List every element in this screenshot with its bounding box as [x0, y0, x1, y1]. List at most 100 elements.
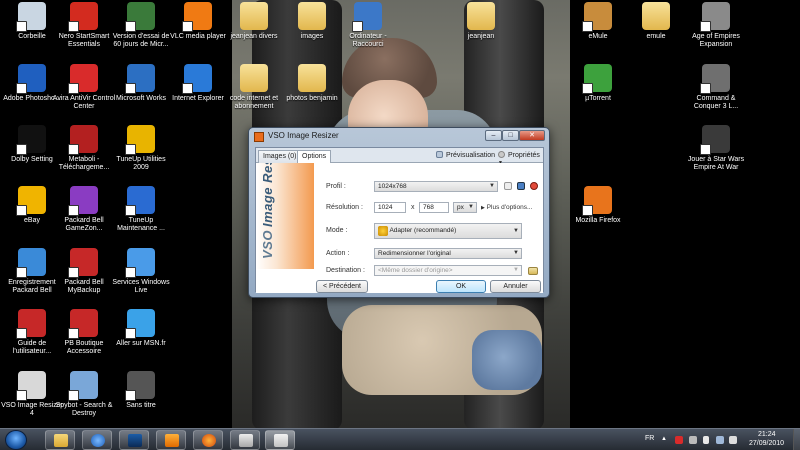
network-icon[interactable]	[716, 436, 724, 444]
desktop-icon-spybot[interactable]: Spybot - Search & Destroy	[52, 371, 116, 418]
maximize-button[interactable]: □	[502, 130, 519, 141]
desktop-icon-pb-boutique[interactable]: PB Boutique Accessoire	[52, 309, 116, 356]
banner-title: VSO Image Resizer	[260, 163, 275, 259]
mode-select[interactable]: Adapter (recommandé) ▼	[374, 223, 522, 239]
desktop-icon-computer[interactable]: Ordinateur - Raccourci	[336, 2, 400, 49]
desktop-icon-folder[interactable]: jeanjean	[449, 2, 513, 41]
save-profile-icon[interactable]	[517, 182, 525, 190]
vso-logo: VSO	[260, 230, 275, 259]
language-indicator[interactable]: FR	[645, 435, 654, 442]
chevron-down-icon: ▼	[489, 183, 495, 189]
desktop-icon-command-conquer[interactable]: Command & Conquer 3 L...	[684, 64, 748, 111]
width-input[interactable]: 1024	[374, 202, 406, 213]
unit-select[interactable]: px ▼	[453, 202, 477, 213]
action-value: Redimensionner l'original	[378, 250, 451, 257]
avira-tray-icon[interactable]	[675, 436, 683, 444]
desktop-icon-label: Jouer à Star Wars Empire At War	[687, 156, 745, 171]
desktop-icon-nero[interactable]: Nero StartSmart Essentials	[52, 2, 116, 49]
profile-value: 1024x768	[378, 183, 407, 190]
new-profile-icon[interactable]	[504, 182, 512, 190]
desktop-icon-metaboli[interactable]: Metaboli - Téléchargeme...	[52, 125, 116, 172]
desktop-icon-label: TuneUp Maintenance ...	[117, 217, 165, 232]
start-button[interactable]	[5, 430, 27, 450]
unit-value: px	[457, 204, 464, 211]
desktop-icon-folder[interactable]: code internet et abonnement	[222, 64, 286, 111]
tab-images[interactable]: Images (0)	[258, 150, 302, 163]
app-icon	[254, 132, 264, 142]
desktop-icon-folder[interactable]: images	[280, 2, 344, 41]
browse-folder-icon[interactable]	[528, 267, 538, 275]
action-select[interactable]: Redimensionner l'original ▼	[374, 248, 522, 259]
desktop-icon-star-wars[interactable]: Jouer à Star Wars Empire At War	[684, 125, 748, 172]
taskbar-wmp-button[interactable]	[156, 430, 186, 450]
folder-icon	[240, 2, 268, 30]
mybackup-icon	[68, 248, 98, 278]
properties-icon	[498, 151, 505, 158]
firefox-icon	[202, 434, 216, 447]
tab-options[interactable]: Options	[297, 150, 332, 164]
desktop-icon-msn-butterfly[interactable]: Aller sur MSN.fr	[109, 309, 173, 348]
taskbar-firefox-button[interactable]	[193, 430, 223, 450]
vso-image-resizer-window: VSO Image Resizer – □ ✕ Images (0) Optio…	[248, 127, 550, 298]
taskbar-paint-button[interactable]	[230, 430, 260, 450]
height-input[interactable]: 768	[419, 202, 449, 213]
desktop-icon-internet-explorer[interactable]: Internet Explorer	[166, 64, 230, 103]
desktop-icon-office-trial[interactable]: Version d'essai de 60 jours de Micr...	[109, 2, 173, 49]
title-bar[interactable]: VSO Image Resizer – □ ✕	[249, 128, 549, 146]
show-desktop-button[interactable]	[793, 429, 800, 450]
pb-boutique-icon	[68, 309, 98, 339]
media-player-icon	[165, 434, 179, 447]
taskbar-ie-button[interactable]	[82, 430, 112, 450]
age-of-empires-icon	[700, 2, 730, 32]
desktop-icon-label: PB Boutique Accessoire	[64, 340, 104, 355]
desktop-icon-label: eMule	[588, 33, 608, 40]
desktop-icon-works[interactable]: Microsoft Works	[109, 64, 173, 103]
desktop-icon-gamezone[interactable]: Packard Bell GameZon...	[52, 186, 116, 233]
ok-button[interactable]: OK	[436, 280, 486, 293]
volume-icon[interactable]	[729, 436, 737, 444]
desktop-icon-age-of-empires[interactable]: Age of Empires Expansion	[684, 2, 748, 49]
clock-date[interactable]: 27/09/2010	[749, 440, 784, 447]
profile-select[interactable]: 1024x768 ▼	[374, 181, 498, 192]
cancel-button[interactable]: Annuler	[490, 280, 541, 293]
banner-label: Image Resizer	[260, 163, 275, 228]
desktop-icon-vlc-cone[interactable]: VLC media player	[166, 2, 230, 41]
destination-select[interactable]: <Même dossier d'origine> ▼	[374, 265, 522, 276]
desktop-icon-avira[interactable]: Avira AntiVir Control Center	[52, 64, 116, 111]
taskbar-explorer-button[interactable]	[45, 430, 75, 450]
desktop-icon-image-file[interactable]: Sans titre	[109, 371, 173, 410]
tab-bar: Images (0) Options Prévisualisation Prop…	[256, 148, 543, 166]
clock-time[interactable]: 21:24	[758, 431, 776, 438]
desktop-icon-folder[interactable]: emule	[624, 2, 688, 41]
desktop-icon-folder[interactable]: jeanjean divers	[222, 2, 286, 41]
battery-icon[interactable]	[703, 436, 709, 444]
desktop-icon-folder[interactable]: photos benjamin	[280, 64, 344, 103]
more-options-link[interactable]: ▶ Plus d'options...	[481, 204, 532, 211]
desktop-icon-utorrent[interactable]: µTorrent	[566, 64, 630, 103]
desktop-icon-label: images	[300, 33, 324, 40]
close-button[interactable]: ✕	[519, 130, 545, 141]
desktop-icon-label: Microsoft Works	[115, 95, 167, 102]
gamezone-icon	[68, 186, 98, 216]
image-file-icon	[125, 371, 155, 401]
previous-button[interactable]: < Précédent	[316, 280, 368, 293]
taskbar-vso-button[interactable]	[265, 430, 295, 450]
desktop-icon-tuneup[interactable]: TuneUp Utilities 2009	[109, 125, 173, 172]
desktop-icon-label: jeanjean divers	[230, 33, 278, 40]
resolution-label: Résolution :	[326, 204, 363, 211]
preview-link[interactable]: Prévisualisation	[436, 151, 495, 159]
desktop-icon-emule-mule[interactable]: eMule	[566, 2, 630, 41]
action-center-icon[interactable]	[689, 436, 697, 444]
delete-profile-icon[interactable]	[530, 182, 538, 190]
folder-icon	[298, 64, 326, 92]
desktop-icon-firefox[interactable]: Mozilla Firefox	[566, 186, 630, 225]
desktop-icon-tuneup-maintenance[interactable]: TuneUp Maintenance ...	[109, 186, 173, 233]
taskbar-media-button[interactable]	[119, 430, 149, 450]
chevron-down-icon: ▼	[513, 228, 519, 234]
chevron-down-icon: ▼	[513, 267, 519, 273]
chevron-up-icon[interactable]: ▲	[661, 436, 667, 442]
desktop-icon-mybackup[interactable]: Packard Bell MyBackup	[52, 248, 116, 295]
minimize-button[interactable]: –	[485, 130, 502, 141]
desktop-icon-label: µTorrent	[585, 95, 611, 102]
desktop-icon-windows-live[interactable]: Services Windows Live	[109, 248, 173, 295]
